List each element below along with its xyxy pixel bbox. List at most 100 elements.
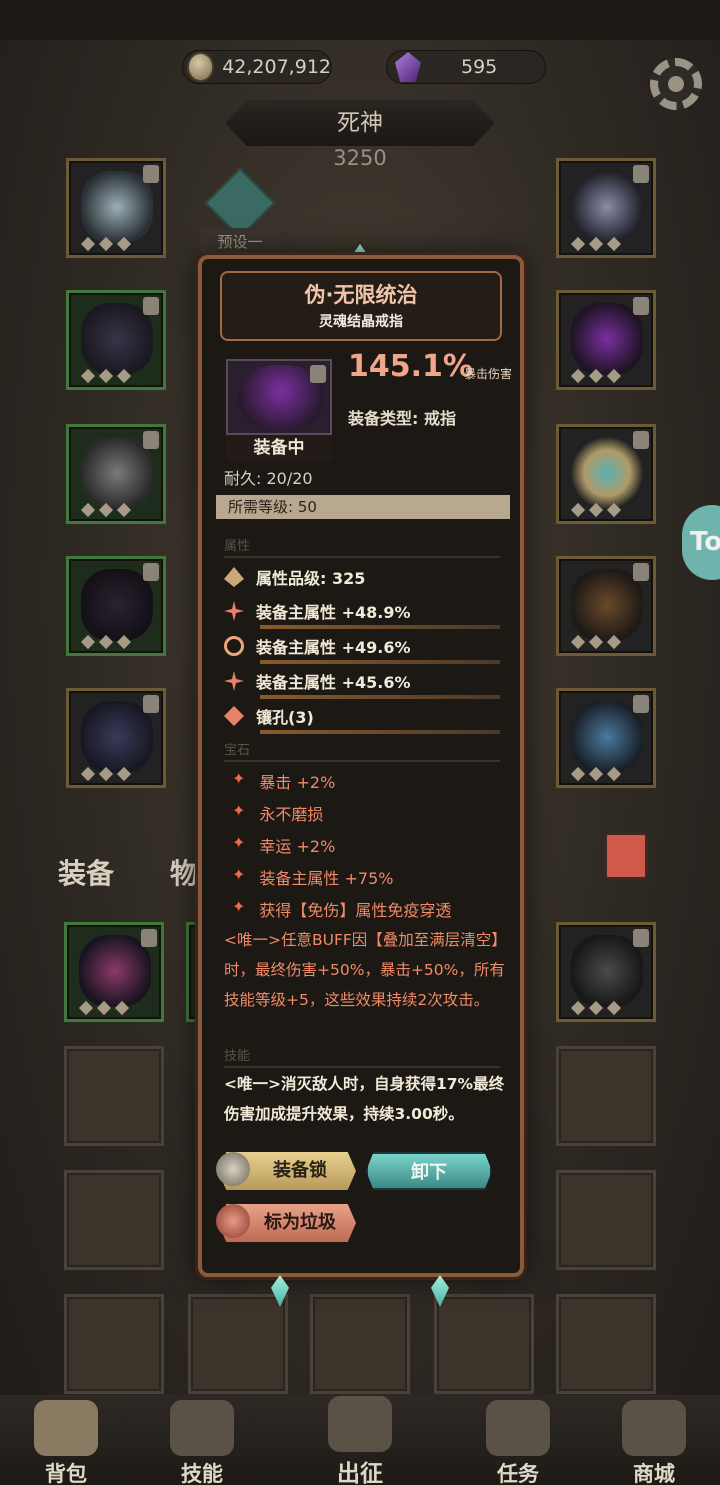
settings-gear-icon[interactable] <box>650 58 702 110</box>
inventory-slot-empty[interactable] <box>434 1294 534 1394</box>
inventory-slot-chain[interactable] <box>556 922 656 1022</box>
inventory-slot-empty[interactable] <box>64 1046 164 1146</box>
attribute-row: 装备主属性 +45.6% <box>224 669 500 699</box>
purple-gem-icon <box>395 52 421 82</box>
purple-ring-icon <box>571 303 643 375</box>
star-icon: ✦ <box>232 897 246 916</box>
gem-row: ✦ 幸运 +2% <box>232 833 336 856</box>
equip-slot-necklace[interactable] <box>556 158 656 258</box>
inventory-slot-empty[interactable] <box>556 1294 656 1394</box>
spark-icon <box>224 601 244 621</box>
socket-pips <box>80 766 132 782</box>
section-skills: 技能 <box>224 1045 500 1068</box>
gold-coin-icon <box>187 52 215 82</box>
attribute-row: 装备主属性 +49.6% <box>224 634 500 664</box>
lock-icon <box>143 165 159 183</box>
equip-slot-armor[interactable] <box>66 290 166 390</box>
bow-icon <box>571 569 643 641</box>
star-icon: ✦ <box>232 833 246 852</box>
tab-equipment[interactable]: 装备 <box>58 852 114 892</box>
side-toggle-button[interactable]: To <box>682 505 720 580</box>
nav-skills[interactable]: 技能 <box>152 1400 252 1485</box>
gem-row: ✦ 暴击 +2% <box>232 769 336 792</box>
character-power: 3250 <box>333 146 387 170</box>
character-name: 死神 <box>225 100 495 146</box>
junk-lantern-icon <box>216 1204 250 1238</box>
item-name: 伪·无限统治 <box>304 283 418 307</box>
socket-pips <box>570 766 622 782</box>
gem-row: ✦ 永不磨损 <box>232 801 324 824</box>
mask-icon <box>79 935 151 1007</box>
equip-slot-weapon[interactable] <box>556 556 656 656</box>
sword-map-icon <box>328 1396 392 1452</box>
damage-value: 145.1% <box>348 349 473 384</box>
unequip-button[interactable]: 卸下 <box>366 1152 492 1190</box>
skirt-icon <box>81 569 153 641</box>
nav-shop[interactable]: 商城 <box>604 1400 704 1485</box>
shoulder-icon <box>571 701 643 773</box>
equip-slot-offhand[interactable] <box>556 688 656 788</box>
star-icon: ✦ <box>232 865 246 884</box>
inventory-slot-mask[interactable] <box>64 922 164 1022</box>
gold-counter: 42,207,912 <box>182 50 332 84</box>
lock-icon <box>633 695 649 713</box>
durability: 耐久: 20/20 <box>224 469 313 488</box>
equip-slot-ring[interactable] <box>556 290 656 390</box>
equip-type: 装备类型: 戒指 <box>348 409 456 428</box>
lock-icon <box>633 929 649 947</box>
nav-quests[interactable]: 任务 <box>468 1400 568 1485</box>
attribute-row: 属性品级: 325 <box>224 565 500 589</box>
equip-slot-helmet[interactable] <box>66 158 166 258</box>
attribute-row: 装备主属性 +48.9% <box>224 599 500 629</box>
socket-pips <box>78 1000 130 1016</box>
socket-pips <box>80 236 132 252</box>
trash-can-icon[interactable] <box>604 832 648 880</box>
section-attributes: 属性 <box>224 535 500 558</box>
star-icon: ✦ <box>232 769 246 788</box>
lock-icon <box>633 431 649 449</box>
inventory-slot-empty[interactable] <box>64 1170 164 1270</box>
gold-ring-icon <box>571 437 643 509</box>
socket-pips <box>80 502 132 518</box>
socket-pips <box>570 1000 622 1016</box>
lock-icon <box>633 165 649 183</box>
gem-counter: 595 <box>386 50 546 84</box>
lock-icon <box>143 297 159 315</box>
lock-icon <box>141 929 157 947</box>
socket-pips <box>80 634 132 650</box>
socket-pips <box>570 634 622 650</box>
boots-icon <box>81 701 153 773</box>
gem-amount: 595 <box>461 56 498 78</box>
refresh-icon <box>224 636 244 656</box>
equip-slot-gloves[interactable] <box>66 424 166 524</box>
item-header: 伪·无限统治 灵魂结晶戒指 <box>220 271 502 341</box>
socket-icon <box>224 706 244 726</box>
nav-backpack[interactable]: 背包 <box>16 1400 116 1485</box>
spark-icon <box>224 671 244 691</box>
inventory-slot-empty[interactable] <box>310 1294 410 1394</box>
inventory-slot-empty[interactable] <box>556 1170 656 1270</box>
skull-necklace-icon <box>571 171 643 243</box>
preset-selector[interactable]: 预设一 <box>200 228 280 256</box>
item-subtitle: 灵魂结晶戒指 <box>319 314 403 330</box>
nav-expedition[interactable]: 出征 <box>310 1396 410 1485</box>
inventory-slot-empty[interactable] <box>556 1046 656 1146</box>
equip-slot-legs[interactable] <box>66 556 166 656</box>
gold-amount: 42,207,912 <box>222 56 331 78</box>
backpack-icon <box>34 1400 98 1456</box>
socket-pips <box>570 502 622 518</box>
inventory-slot-empty[interactable] <box>188 1294 288 1394</box>
equip-slot-boots[interactable] <box>66 688 166 788</box>
chain-armor-icon <box>571 935 643 1007</box>
socket-pips <box>570 236 622 252</box>
item-detail-panel: 伪·无限统治 灵魂结晶戒指 装备中 145.1% 暴击伤害 装备类型: 戒指 耐… <box>198 255 524 1277</box>
shop-crown-icon <box>622 1400 686 1456</box>
armor-icon <box>81 303 153 375</box>
lock-icon <box>143 695 159 713</box>
gem-row: ✦ 装备主属性 +75% <box>232 865 394 888</box>
skill-book-icon <box>170 1400 234 1456</box>
scroll-icon <box>486 1400 550 1456</box>
inventory-slot-empty[interactable] <box>64 1294 164 1394</box>
lock-icon <box>633 563 649 581</box>
equip-slot-ring-2[interactable] <box>556 424 656 524</box>
